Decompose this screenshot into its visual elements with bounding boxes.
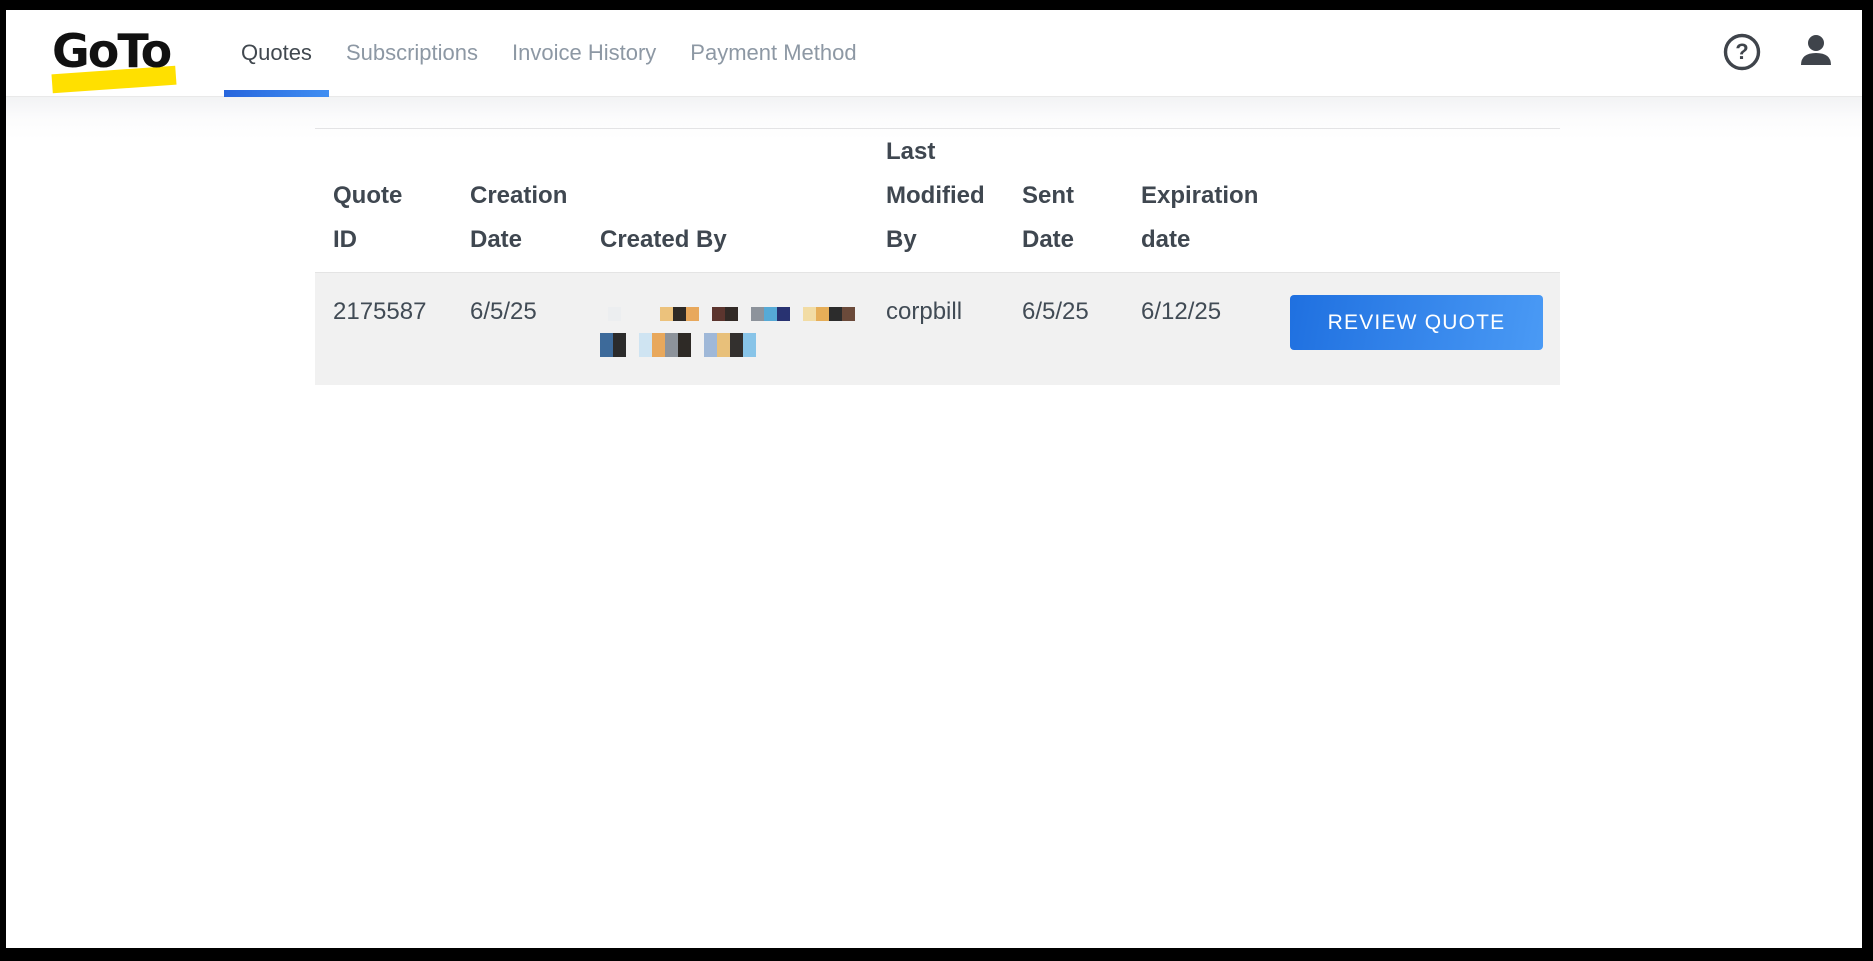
user-icon [1796,32,1836,75]
col-header-created-by: Created By [600,218,855,262]
quotes-table: Quote ID Creation Date Created By Last M… [315,97,1560,385]
tab-subscriptions[interactable]: Subscriptions [329,10,495,96]
nav-icon-group: ? [1720,10,1862,96]
svg-text:?: ? [1735,39,1748,64]
col-header-last-modified-by: Last Modified By [886,130,994,262]
tab-quotes[interactable]: Quotes [224,10,329,96]
goto-logo[interactable]: GoTo [52,24,184,88]
col-header-creation-date: Creation Date [470,174,565,262]
quotes-table-header: Quote ID Creation Date Created By Last M… [315,128,1560,272]
nav-tabs: Quotes Subscriptions Invoice History Pay… [224,10,874,96]
redacted-text-line-1 [608,307,855,321]
col-header-quote-id: Quote ID [333,174,418,262]
col-header-expiration-date: Expiration date [1141,174,1261,262]
cell-expiration-date: 6/12/25 [1141,297,1261,327]
tab-invoice-history[interactable]: Invoice History [495,10,673,96]
account-button[interactable] [1794,31,1838,75]
cell-actions: REVIEW QUOTE [1261,297,1560,350]
main-content: Quote ID Creation Date Created By Last M… [6,97,1862,947]
review-quote-button[interactable]: REVIEW QUOTE [1290,295,1543,350]
page: GoTo Quotes Subscriptions Invoice Histor… [6,10,1862,948]
help-icon: ? [1722,32,1762,75]
top-nav: GoTo Quotes Subscriptions Invoice Histor… [6,10,1862,97]
col-header-sent-date: Sent Date [1022,174,1117,262]
goto-logo-text: GoTo [52,24,184,78]
help-button[interactable]: ? [1720,31,1764,75]
quote-row: 2175587 6/5/25 corpbill 6/5/25 6/12/25 R… [315,272,1560,385]
cell-sent-date: 6/5/25 [1022,297,1117,327]
cell-last-modified-by: corpbill [886,297,994,327]
cell-created-by-redacted [600,297,855,357]
cell-creation-date: 6/5/25 [470,297,565,327]
cell-quote-id: 2175587 [333,297,418,327]
tab-payment-method[interactable]: Payment Method [673,10,873,96]
redacted-text-line-2 [600,333,855,357]
